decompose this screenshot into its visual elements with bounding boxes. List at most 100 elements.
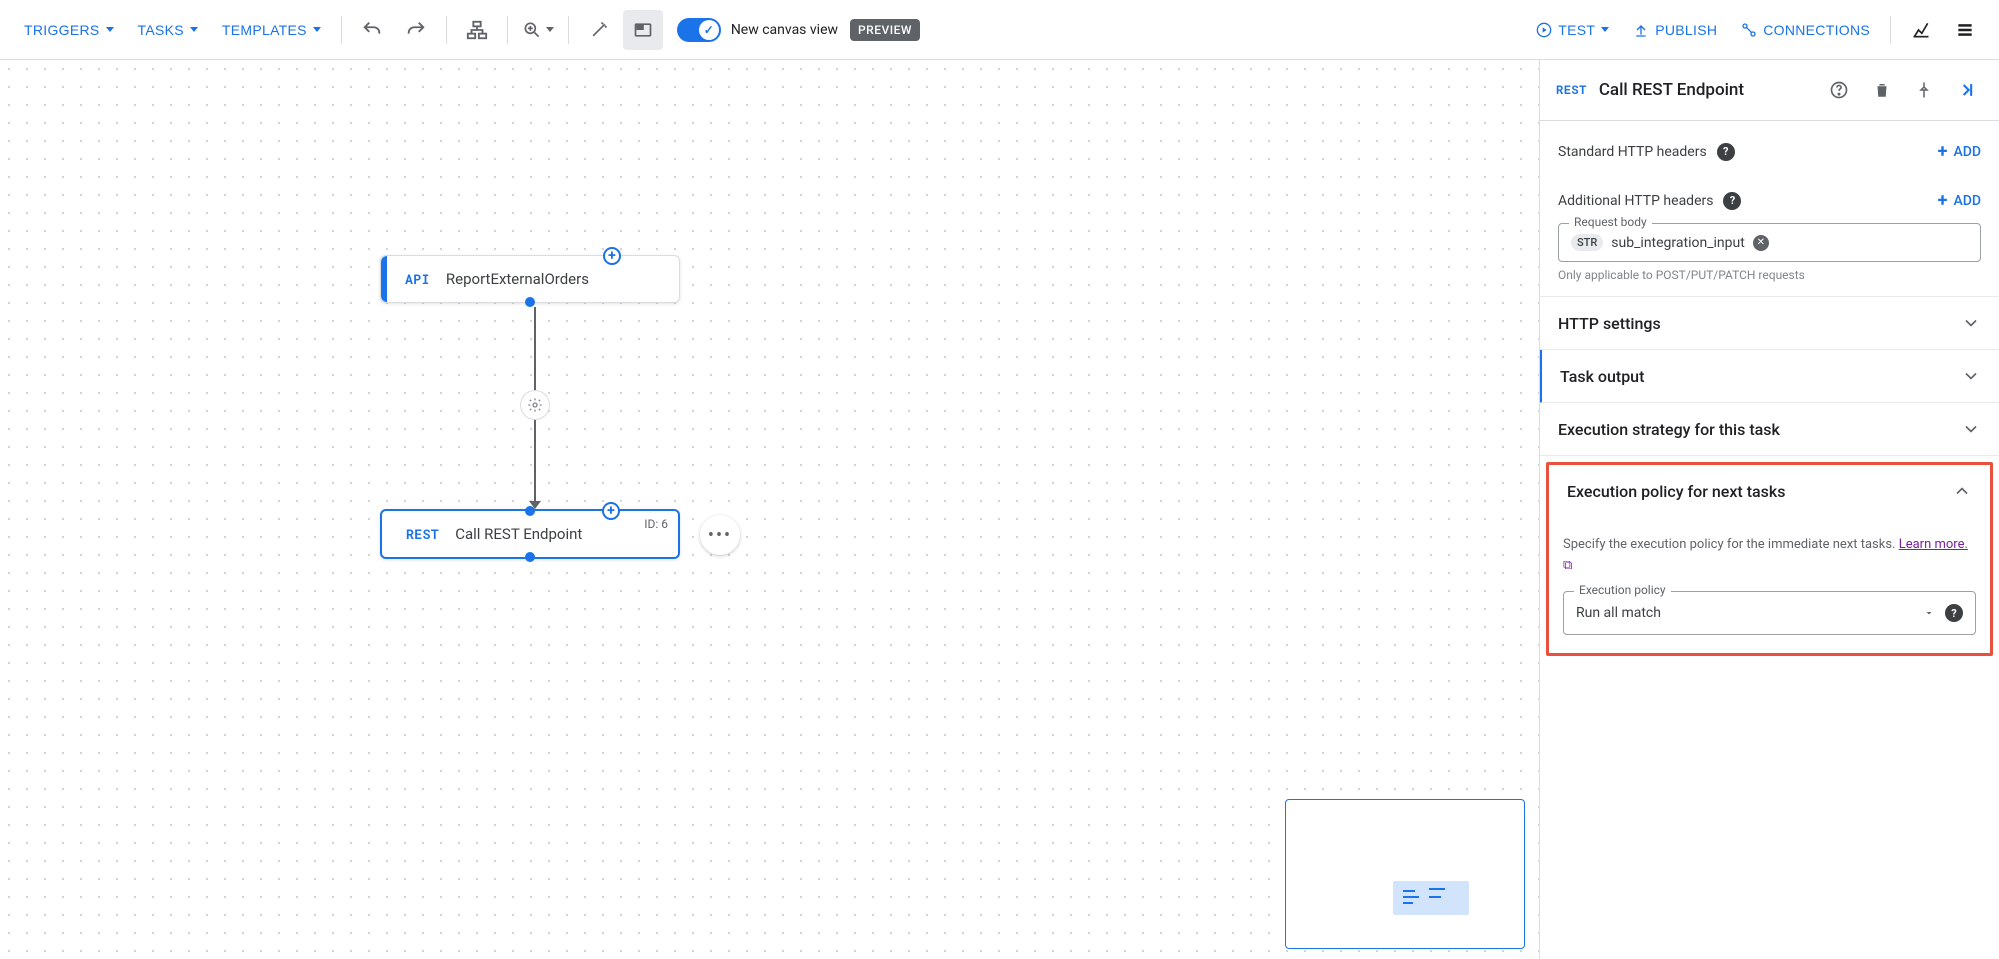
connections-button[interactable]: CONNECTIONS (1731, 14, 1880, 46)
delete-button[interactable] (1867, 75, 1897, 105)
publish-button[interactable]: PUBLISH (1623, 14, 1727, 46)
learn-more-link[interactable]: Learn more. (1899, 537, 1968, 552)
variable-chip: sub_integration_input ✕ (1611, 235, 1769, 251)
connector-port[interactable] (525, 506, 535, 516)
exec-policy-body: Specify the execution policy for the imm… (1549, 517, 1990, 653)
publish-label: PUBLISH (1655, 22, 1717, 38)
canvas-view-toggle[interactable]: ✓ (677, 18, 721, 42)
accordion-title: HTTP settings (1558, 314, 1661, 333)
triggers-menu[interactable]: TRIGGERS (14, 14, 124, 46)
upload-icon (1633, 22, 1649, 38)
task-output-accordion[interactable]: Task output (1539, 350, 1999, 403)
panel-tag: REST (1556, 82, 1587, 98)
play-icon (1536, 22, 1552, 38)
pin-button[interactable] (1909, 75, 1939, 105)
test-button[interactable]: TEST (1526, 14, 1619, 46)
add-port-icon[interactable]: + (602, 502, 620, 520)
http-settings-accordion[interactable]: HTTP settings (1540, 297, 1999, 350)
exec-policy-desc: Specify the execution policy for the imm… (1563, 537, 1899, 552)
separator (341, 16, 342, 44)
connections-label: CONNECTIONS (1763, 22, 1870, 38)
menu-button[interactable] (1945, 10, 1985, 50)
std-headers-label: Standard HTTP headers (1558, 144, 1707, 160)
tasks-menu[interactable]: TASKS (128, 14, 208, 46)
help-button[interactable] (1823, 74, 1855, 106)
test-label: TEST (1558, 22, 1595, 38)
templates-label: TEMPLATES (222, 22, 307, 38)
dropdown-caret-icon (1923, 607, 1935, 619)
add-label: ADD (1953, 144, 1981, 160)
canvas[interactable]: + API ReportExternalOrders + ID: 6 REST … (0, 60, 1539, 959)
node-more-button[interactable]: ••• (700, 515, 740, 555)
variable-name: sub_integration_input (1611, 235, 1745, 251)
add-std-header-button[interactable]: +ADD (1938, 141, 1981, 162)
task-node[interactable]: + ID: 6 REST Call REST Endpoint (380, 509, 680, 559)
accordion-title: Execution strategy for this task (1558, 420, 1780, 439)
exec-policy-highlight: Execution policy for next tasks Specify … (1546, 462, 1993, 656)
caret-icon (1601, 27, 1609, 32)
field-label: Execution policy (1574, 583, 1671, 597)
exec-policy-select[interactable]: Execution policy Run all match ? (1563, 591, 1976, 635)
edge-settings-button[interactable] (520, 390, 550, 420)
separator (568, 16, 569, 44)
stats-button[interactable] (1901, 10, 1941, 50)
request-body-field[interactable]: Request body STR sub_integration_input ✕ (1558, 223, 1981, 262)
redo-button[interactable] (396, 10, 436, 50)
separator (446, 16, 447, 44)
select-value: Run all match (1576, 605, 1923, 621)
node-id: ID: 6 (644, 517, 668, 531)
separator (507, 16, 508, 44)
node-tag: REST (406, 525, 439, 543)
chevron-down-icon (1961, 313, 1981, 333)
node-title: ReportExternalOrders (446, 270, 589, 288)
layout-button[interactable] (457, 10, 497, 50)
headers-section: Standard HTTP headers? +ADD Additional H… (1540, 121, 1999, 297)
connections-icon (1741, 22, 1757, 38)
chevron-down-icon (1961, 419, 1981, 439)
exec-strategy-accordion[interactable]: Execution strategy for this task (1540, 403, 1999, 456)
add-addl-header-button[interactable]: +ADD (1938, 190, 1981, 211)
caret-icon (190, 27, 198, 32)
new-canvas-label: New canvas view (731, 22, 838, 38)
zoom-button[interactable] (518, 10, 558, 50)
toolbar: TRIGGERS TASKS TEMPLATES ✓ New canvas vi… (0, 0, 1999, 60)
node-accent (381, 256, 387, 302)
minimap[interactable] (1285, 799, 1525, 949)
add-label: ADD (1953, 193, 1981, 209)
panel-toggle-button[interactable] (623, 10, 663, 50)
side-panel: REST Call REST Endpoint Standard HTTP he… (1539, 60, 1999, 959)
caret-icon (106, 27, 114, 32)
addl-headers-label: Additional HTTP headers (1558, 193, 1713, 209)
type-pill: STR (1571, 234, 1603, 251)
minimap-viewport (1393, 881, 1469, 915)
help-icon[interactable]: ? (1945, 604, 1963, 622)
external-link-icon: ⧉ (1563, 558, 1572, 573)
request-body-hint: Only applicable to POST/PUT/PATCH reques… (1558, 268, 1981, 282)
accordion-title: Task output (1560, 367, 1644, 386)
triggers-label: TRIGGERS (24, 22, 100, 38)
exec-policy-accordion[interactable]: Execution policy for next tasks (1549, 465, 1990, 517)
panel-title: Call REST Endpoint (1599, 80, 1811, 100)
remove-variable-button[interactable]: ✕ (1753, 235, 1769, 251)
tasks-label: TASKS (138, 22, 184, 38)
preview-chip: PREVIEW (850, 19, 920, 41)
magic-button[interactable] (579, 10, 619, 50)
connector-port[interactable] (525, 297, 535, 307)
caret-icon (546, 27, 554, 32)
collapse-panel-button[interactable] (1951, 74, 1983, 106)
help-icon[interactable]: ? (1723, 192, 1741, 210)
add-port-icon[interactable]: + (603, 247, 621, 265)
node-tag: API (405, 270, 430, 288)
templates-menu[interactable]: TEMPLATES (212, 14, 331, 46)
separator (1890, 16, 1891, 44)
field-label: Request body (1569, 215, 1652, 229)
caret-icon (313, 27, 321, 32)
undo-button[interactable] (352, 10, 392, 50)
accordion-title: Execution policy for next tasks (1567, 482, 1785, 501)
panel-header: REST Call REST Endpoint (1540, 60, 1999, 121)
help-icon[interactable]: ? (1717, 143, 1735, 161)
connector-port[interactable] (525, 552, 535, 562)
check-icon: ✓ (699, 20, 719, 40)
trigger-node[interactable]: + API ReportExternalOrders (380, 255, 680, 303)
chevron-up-icon (1952, 481, 1972, 501)
